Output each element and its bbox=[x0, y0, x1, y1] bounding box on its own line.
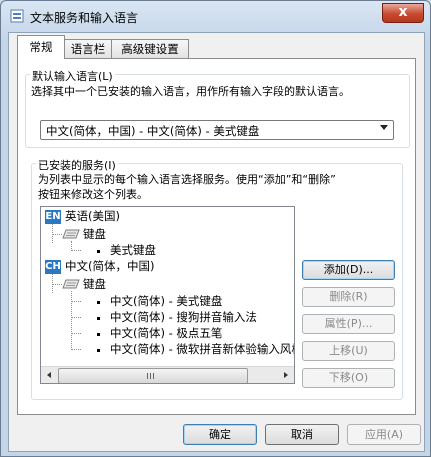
services-tree[interactable]: EN 英语(美国) 键盘 美式键盘 CH 中文(简体，中国) 键盘 中文(简体)… bbox=[40, 206, 295, 384]
tree-item-ime[interactable]: 中文(简体) - 搜狗拼音输入法 bbox=[110, 310, 257, 325]
tree-item-ime[interactable]: 中文(简体) - 极点五笔 bbox=[110, 326, 222, 341]
tree-connector bbox=[71, 333, 81, 334]
scrollbar-thumb[interactable] bbox=[58, 368, 248, 383]
tree-connector bbox=[52, 234, 62, 235]
ch-language-icon: CH bbox=[45, 260, 61, 274]
bullet-icon bbox=[97, 333, 100, 336]
bullet-icon bbox=[97, 317, 100, 320]
en-language-icon: EN bbox=[45, 210, 61, 224]
tree-connector bbox=[71, 317, 81, 318]
horizontal-scrollbar[interactable] bbox=[41, 366, 294, 383]
grip-mark bbox=[147, 373, 148, 379]
tab-general[interactable]: 常规 bbox=[17, 35, 65, 59]
move-up-button[interactable]: 上移(U) bbox=[302, 341, 395, 361]
properties-button[interactable]: 属性(P)... bbox=[302, 314, 395, 334]
scroll-left-icon[interactable] bbox=[41, 367, 58, 383]
window-title: 文本服务和输入语言 bbox=[30, 11, 139, 25]
cancel-button[interactable]: 取消 bbox=[265, 424, 339, 445]
tree-item-ch-keyboard[interactable]: 键盘 bbox=[83, 277, 106, 292]
tree-item-ime[interactable]: 中文(简体) - 美式键盘 bbox=[110, 294, 222, 309]
move-down-button[interactable]: 下移(O) bbox=[302, 368, 395, 388]
tree-connector bbox=[52, 284, 62, 285]
installed-services-label: 已安装的服务(I) bbox=[36, 157, 118, 173]
tree-item-ime[interactable]: 中文(简体) - 微软拼音新体验输入风格 bbox=[110, 342, 294, 357]
keyboard-app-icon bbox=[10, 9, 24, 23]
tree-item-chinese-simplified[interactable]: 中文(简体，中国) bbox=[65, 259, 154, 274]
keyboard-icon bbox=[62, 279, 80, 289]
bullet-icon bbox=[97, 250, 100, 253]
tree-connector bbox=[71, 291, 72, 350]
grip-mark bbox=[153, 373, 154, 379]
close-icon: x bbox=[398, 4, 408, 20]
grip-mark bbox=[150, 373, 151, 379]
bullet-icon bbox=[97, 349, 100, 352]
tree-item-english-us[interactable]: 英语(美国) bbox=[65, 209, 120, 224]
default-language-dropdown[interactable]: 中文(简体，中国) - 中文(简体) - 美式键盘 bbox=[40, 120, 394, 140]
default-language-description: 选择其中一个已安装的输入语言，用作所有输入字段的默认语言。 bbox=[31, 85, 350, 98]
ok-button[interactable]: 确定 bbox=[183, 424, 257, 445]
default-language-value: 中文(简体，中国) - 中文(简体) - 美式键盘 bbox=[46, 124, 260, 138]
tree-item-us-keyboard[interactable]: 美式键盘 bbox=[110, 243, 156, 258]
bullet-icon bbox=[97, 301, 100, 304]
dialog-window: 文本服务和输入语言 x 常规 语言栏 高级键设置 默认输入语言(L) 选择其中一… bbox=[0, 0, 431, 457]
remove-button[interactable]: 删除(R) bbox=[302, 287, 395, 307]
title-bar[interactable]: 文本服务和输入语言 x bbox=[1, 1, 430, 31]
tree-connector bbox=[71, 250, 81, 251]
apply-button[interactable]: 应用(A) bbox=[347, 424, 421, 445]
tab-advanced-key-settings[interactable]: 高级键设置 bbox=[111, 39, 189, 58]
installed-services-description-line1: 为列表中显示的每个输入语言选择服务。使用“添加”和“删除” bbox=[38, 173, 336, 186]
dialog-client: 常规 语言栏 高级键设置 默认输入语言(L) 选择其中一个已安装的输入语言，用作… bbox=[8, 32, 425, 452]
tree-item-en-keyboard[interactable]: 键盘 bbox=[83, 227, 106, 242]
scroll-right-icon[interactable] bbox=[277, 367, 294, 383]
chevron-down-icon[interactable] bbox=[380, 125, 388, 130]
installed-services-description-line2: 按钮来修改这个列表。 bbox=[38, 188, 148, 201]
tab-language-bar[interactable]: 语言栏 bbox=[63, 39, 113, 58]
default-language-label: 默认输入语言(L) bbox=[30, 68, 115, 84]
close-button[interactable]: x bbox=[382, 3, 424, 23]
tree-connector bbox=[71, 301, 81, 302]
add-button[interactable]: 添加(D)... bbox=[302, 260, 395, 280]
tree-connector bbox=[71, 349, 81, 350]
keyboard-icon bbox=[62, 229, 80, 239]
